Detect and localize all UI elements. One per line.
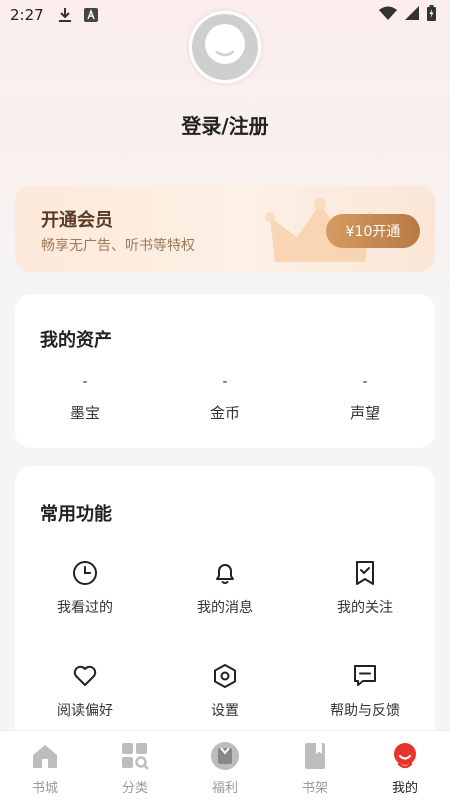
assets-title: 我的资产 (40, 330, 112, 351)
func-messages[interactable]: 我的消息 (155, 560, 295, 617)
battery-icon (427, 5, 436, 25)
asset-item-coins[interactable]: - 金币 (155, 374, 295, 423)
func-following[interactable]: 我的关注 (295, 560, 435, 617)
nav-label: 分类 (121, 781, 148, 796)
nav-label: 书城 (31, 781, 58, 796)
settings-hexagon-icon (214, 664, 236, 688)
func-reading-preference[interactable]: 阅读偏好 (15, 663, 155, 720)
vip-subtitle: 畅享无广告、听书等特权 (41, 238, 195, 254)
default-avatar-icon (192, 14, 258, 80)
vip-open-button[interactable]: ¥10开通 (326, 214, 420, 248)
bookmark-check-icon (356, 561, 374, 585)
nav-item-welfare[interactable]: 福利 (180, 731, 270, 800)
download-icon (58, 7, 72, 23)
vip-title: 开通会员 (41, 210, 113, 231)
nav-item-bookstore[interactable]: 书城 (0, 731, 90, 800)
func-label: 我的消息 (197, 600, 253, 616)
func-help-feedback[interactable]: 帮助与反馈 (295, 663, 435, 720)
functions-title: 常用功能 (40, 504, 112, 525)
nav-label: 福利 (211, 781, 238, 796)
asset-item-reputation[interactable]: - 声望 (295, 374, 435, 423)
func-label: 帮助与反馈 (330, 703, 400, 719)
grid-search-icon (120, 741, 150, 771)
func-label: 我的关注 (337, 600, 393, 616)
heart-icon (73, 665, 97, 686)
profile-icon (390, 741, 420, 771)
asset-label: 金币 (209, 404, 240, 422)
assets-card: 我的资产 - 墨宝 - 金币 - 声望 (15, 294, 435, 448)
asset-value: - (222, 374, 228, 390)
clock-icon (73, 561, 97, 585)
translate-icon (83, 8, 98, 22)
bookshelf-icon (300, 741, 330, 771)
gift-icon (210, 741, 240, 771)
func-settings[interactable]: 设置 (155, 663, 295, 720)
message-square-icon (354, 665, 376, 686)
house-icon (30, 741, 60, 771)
nav-label: 我的 (391, 781, 418, 796)
status-time: 2:27 (10, 6, 44, 24)
asset-item-mobao[interactable]: - 墨宝 (15, 374, 155, 423)
nav-label: 书架 (301, 781, 328, 796)
functions-card: 常用功能 我看过的 我的消息 我的关注 阅读偏好 设置 帮助与反馈 (15, 466, 435, 766)
func-label: 阅读偏好 (57, 703, 113, 719)
asset-label: 声望 (349, 404, 380, 422)
func-label: 我看过的 (57, 600, 113, 616)
avatar[interactable] (186, 8, 264, 86)
signal-icon (405, 6, 419, 24)
login-register-link[interactable]: 登录/注册 (0, 110, 450, 139)
nav-item-bookshelf[interactable]: 书架 (270, 731, 360, 800)
nav-item-mine[interactable]: 我的 (360, 731, 450, 800)
func-label: 设置 (211, 703, 239, 719)
asset-value: - (362, 374, 368, 390)
nav-item-category[interactable]: 分类 (90, 731, 180, 800)
bell-icon (216, 564, 234, 584)
func-history[interactable]: 我看过的 (15, 560, 155, 617)
bottom-nav: 书城 分类 福利 书架 我的 (0, 730, 450, 800)
vip-card[interactable]: 开通会员 畅享无广告、听书等特权 ¥10开通 (15, 186, 435, 272)
wifi-icon (379, 6, 397, 24)
asset-value: - (82, 374, 88, 390)
asset-label: 墨宝 (69, 404, 100, 422)
